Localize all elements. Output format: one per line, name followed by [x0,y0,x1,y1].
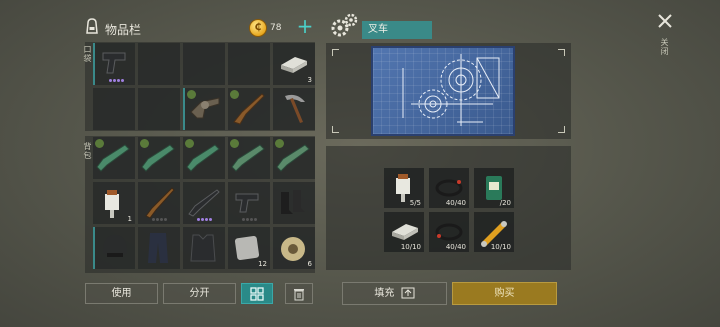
upgrade-badge-icon [230,90,239,99]
material-slot[interactable]: 5/5 [384,168,424,208]
pocket-slot[interactable] [183,88,225,130]
buy-button[interactable]: 购买 [452,282,557,305]
assault-rifle-icon [188,189,220,217]
backpack-slot[interactable] [273,137,315,179]
trash-icon [294,289,304,301]
material-slot[interactable]: 10/10 [474,212,514,252]
material-count: 10/10 [400,243,421,251]
material-count: 5/5 [409,199,421,207]
backpack-slot[interactable]: 1 [93,182,135,224]
trash-button[interactable] [285,283,313,304]
backpack-slot[interactable] [93,227,135,269]
boots-icon [281,190,305,214]
pocket-slot[interactable] [93,43,135,85]
upgrade-badge-icon [140,139,149,148]
helmet-icon [103,235,127,257]
pickaxe-icon [285,94,305,123]
rarity-dots [152,218,167,221]
armor-vest-icon [190,234,216,262]
frame-corner [558,49,565,56]
rarity-dots [242,218,257,221]
pocket-slot[interactable] [228,88,270,130]
rarity-dots [197,218,212,221]
material-count: /20 [499,199,511,207]
frame-corner [558,126,565,133]
material-slot[interactable]: 40/40 [429,212,469,252]
upgrade-badge-icon [95,139,104,148]
pistol-icon [102,52,126,74]
pants-icon [148,233,168,263]
close-icon[interactable] [656,12,674,30]
pocket-slot[interactable] [183,43,225,85]
upgrade-badge-icon [230,139,239,148]
coin-icon: ₵ [249,19,267,37]
coin-count: 78 [270,23,282,33]
material-slot[interactable]: 10/10 [384,212,424,252]
backpack-slot[interactable] [138,182,180,224]
pistol-icon [235,193,259,213]
frame-corner [332,49,339,56]
fill-button[interactable]: 填充 [342,282,447,305]
material-slot[interactable]: /20 [474,168,514,208]
item-count: 6 [307,260,312,268]
frame-corner [332,126,339,133]
item-count: 3 [307,76,312,84]
item-count: 12 [258,260,267,268]
item-count: 1 [127,215,132,223]
pocket-slot[interactable] [228,43,270,85]
pocket-slot[interactable] [93,88,135,130]
backpack-slot[interactable] [273,182,315,224]
use-button[interactable]: 使用 [85,283,158,304]
backpack-slot[interactable] [228,137,270,179]
rarity-dots [109,79,124,82]
close-label[interactable]: 关闭 [660,38,669,56]
material-count: 40/40 [445,243,466,251]
pocket-slot[interactable] [138,88,180,130]
backpack-label: 背包 [83,142,92,160]
backpack-slot[interactable] [93,137,135,179]
inventory-title: 物品栏 [105,23,142,37]
split-button[interactable]: 分开 [163,283,236,304]
upgrade-badge-icon [275,139,284,148]
upgrade-badge-icon [185,139,194,148]
pocket-slot[interactable] [138,43,180,85]
backpack-slot[interactable] [138,227,180,269]
backpack-slot[interactable] [183,182,225,224]
pocket-slot[interactable] [273,88,315,130]
fill-button-label: 填充 [374,288,395,299]
sort-grid-button[interactable] [241,283,273,304]
backpack-slot[interactable] [228,182,270,224]
material-count: 40/40 [445,199,466,207]
backpack-slot[interactable] [138,137,180,179]
pocket-slot[interactable]: 3 [273,43,315,85]
pocket-label: 口袋 [83,45,92,63]
blueprint-image [373,48,513,134]
craft-item-name: 叉车 [362,21,432,39]
material-slot[interactable]: 40/40 [429,168,469,208]
grid-icon [250,287,264,301]
add-coins-button[interactable]: + [296,16,314,36]
upgrade-badge-icon [187,90,196,99]
backpack-slot[interactable]: 12 [228,227,270,269]
crafting-gears-icon [331,13,358,37]
backpack-icon [86,18,98,34]
blueprint-gears-icon [402,54,500,126]
sniper-rifle-icon [145,187,175,219]
backpack-slot[interactable]: 6 [273,227,315,269]
backpack-slot[interactable] [183,137,225,179]
material-count: 10/10 [490,243,511,251]
fill-icon [401,287,415,299]
backpack-slot[interactable] [183,227,225,269]
